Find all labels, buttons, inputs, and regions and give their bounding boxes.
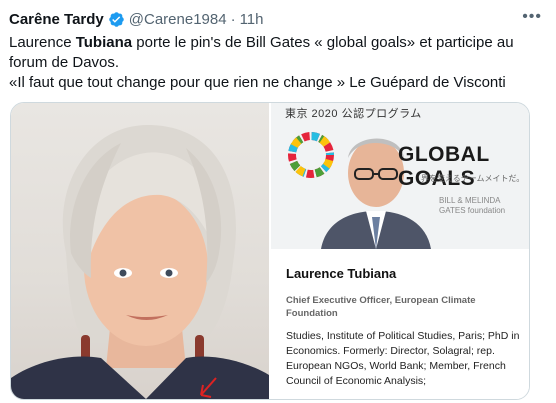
card-role: Chief Executive Officer, European Climat…	[286, 295, 476, 319]
tweet-text-quote: «Il faut que tout change pour que rien n…	[9, 74, 506, 91]
author-handle[interactable]: @Carene1984	[129, 11, 227, 28]
foundation-line1: BILL & MELINDA	[439, 196, 501, 205]
tweet-text-part: Laurence	[9, 34, 76, 51]
portrait-illustration	[11, 124, 269, 399]
profile-card[interactable]: Laurence Tubiana Chief Executive Officer…	[271, 249, 529, 399]
foundation-logo-text: BILL & MELINDA GATES foundation	[439, 196, 505, 216]
more-options-icon[interactable]: •••	[522, 8, 542, 26]
tweet-header: Carêne Tardy @Carene1984 · 11h •••	[9, 8, 542, 30]
author-name[interactable]: Carêne Tardy	[9, 11, 104, 28]
global-goals-photo[interactable]: 東京 2020 公認プログラム GLOBAL GOALS 界を変えるチームメイト…	[271, 103, 529, 249]
foundation-line2: GATES foundation	[439, 206, 506, 215]
card-bio: Studies, Institute of Political Studies,…	[286, 330, 520, 387]
separator-dot: ·	[230, 10, 236, 28]
banner-subtitle: 界を変えるチームメイトだ。	[421, 174, 525, 183]
tweet-text: Laurence Tubiana porte le pin's de Bill …	[9, 33, 544, 93]
timestamp[interactable]: 11h	[240, 11, 264, 28]
tweet-media[interactable]: 東京 2020 公認プログラム GLOBAL GOALS 界を変えるチームメイト…	[10, 102, 530, 400]
portrait-photo[interactable]	[11, 103, 269, 399]
verified-badge-icon	[109, 11, 124, 27]
tweet-text-bold[interactable]: Tubiana	[76, 34, 132, 51]
card-name: Laurence Tubiana	[286, 266, 397, 281]
